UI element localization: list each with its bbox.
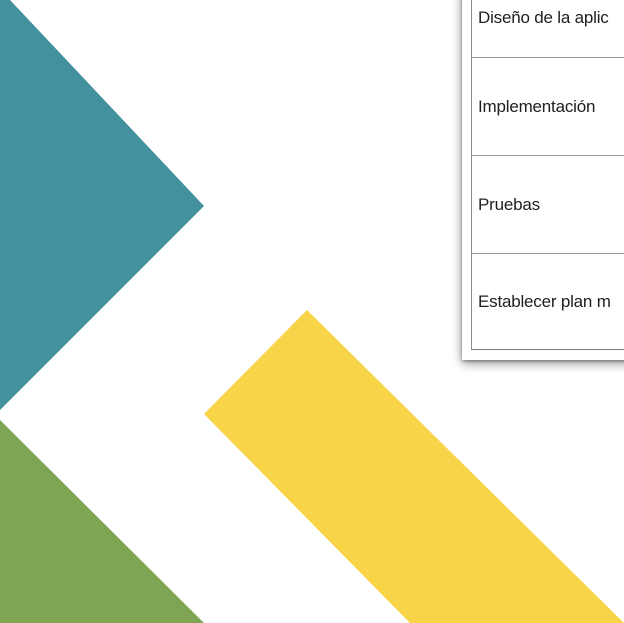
- table-row: Establecer plan m: [472, 254, 624, 350]
- table-cell-label: Implementación: [478, 96, 596, 116]
- green-triangle-shape: [0, 420, 204, 623]
- task-table: Diseño de la aplic Implementación Prueba…: [471, 0, 624, 350]
- table-row: Pruebas: [472, 156, 624, 254]
- table-row: Implementación: [472, 58, 624, 156]
- teal-arrow-shape: [0, 0, 204, 410]
- table-cell-label: Pruebas: [478, 194, 540, 214]
- table-cell-label: Establecer plan m: [478, 291, 611, 311]
- table-row: Diseño de la aplic: [472, 0, 624, 58]
- table-cell-label: Diseño de la aplic: [478, 8, 609, 27]
- slide-canvas: Diseño de la aplic Implementación Prueba…: [0, 0, 624, 623]
- table-screenshot: Diseño de la aplic Implementación Prueba…: [462, 0, 624, 360]
